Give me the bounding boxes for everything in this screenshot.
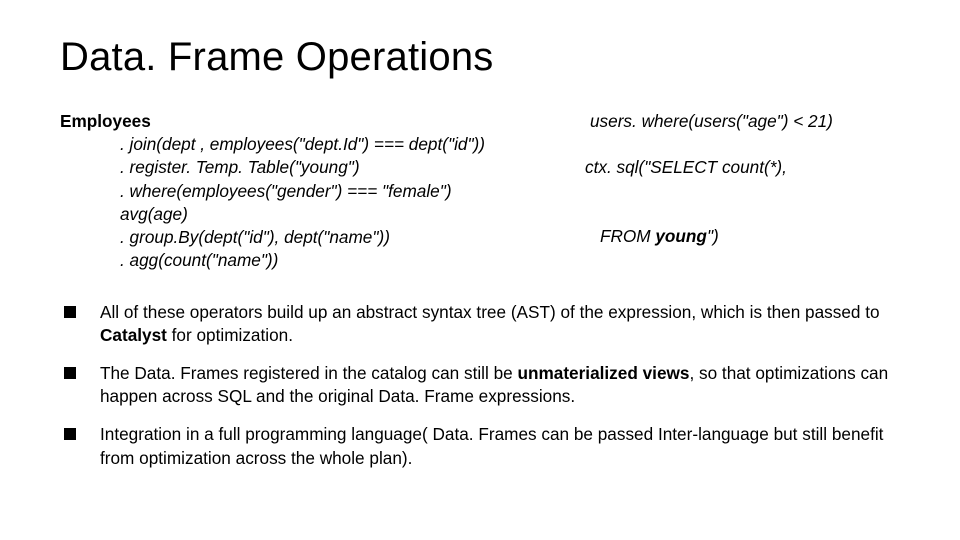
- code-line: . group.By(dept("id"), dept("name")): [60, 226, 485, 249]
- slide: Data. Frame Operations Employees . join(…: [0, 0, 960, 505]
- text-run: The Data. Frames registered in the catal…: [100, 363, 517, 383]
- text-run: Integration in a full programming langua…: [100, 424, 883, 467]
- code-line: . join(dept , employees("dept.Id") === d…: [60, 133, 485, 156]
- square-bullet-icon: [64, 367, 76, 379]
- code-close: "): [707, 226, 719, 246]
- code-line: . agg(count("name")): [60, 249, 485, 272]
- code-block: Employees . join(dept , employees("dept.…: [60, 110, 900, 273]
- bullet-item: The Data. Frames registered in the catal…: [60, 362, 900, 408]
- code-line: . where(employees("gender") === "female"…: [60, 180, 485, 203]
- bullet-list: All of these operators build up an abstr…: [60, 301, 900, 470]
- bullet-item: All of these operators build up an abstr…: [60, 301, 900, 347]
- code-line: avg(age): [60, 203, 485, 226]
- text-bold: unmaterialized views: [517, 363, 689, 383]
- text-bold: Catalyst: [100, 325, 167, 345]
- slide-title: Data. Frame Operations: [60, 35, 900, 80]
- square-bullet-icon: [64, 428, 76, 440]
- bullet-text: The Data. Frames registered in the catal…: [100, 362, 900, 408]
- code-right-line: users. where(users("age") < 21): [590, 110, 833, 133]
- text-run: for optimization.: [167, 325, 293, 345]
- code-left: Employees . join(dept , employees("dept.…: [60, 110, 485, 273]
- code-young: young: [655, 226, 707, 246]
- code-line: . register. Temp. Table("young"): [60, 156, 485, 179]
- bullet-text: All of these operators build up an abstr…: [100, 301, 900, 347]
- square-bullet-icon: [64, 306, 76, 318]
- bullet-item: Integration in a full programming langua…: [60, 423, 900, 469]
- code-right-line: FROM young"): [600, 225, 719, 248]
- code-employees: Employees: [60, 111, 151, 131]
- code-right-line: ctx. sql("SELECT count(*),: [585, 156, 787, 179]
- bullet-text: Integration in a full programming langua…: [100, 423, 900, 469]
- code-from: FROM: [600, 226, 655, 246]
- text-run: All of these operators build up an abstr…: [100, 302, 880, 322]
